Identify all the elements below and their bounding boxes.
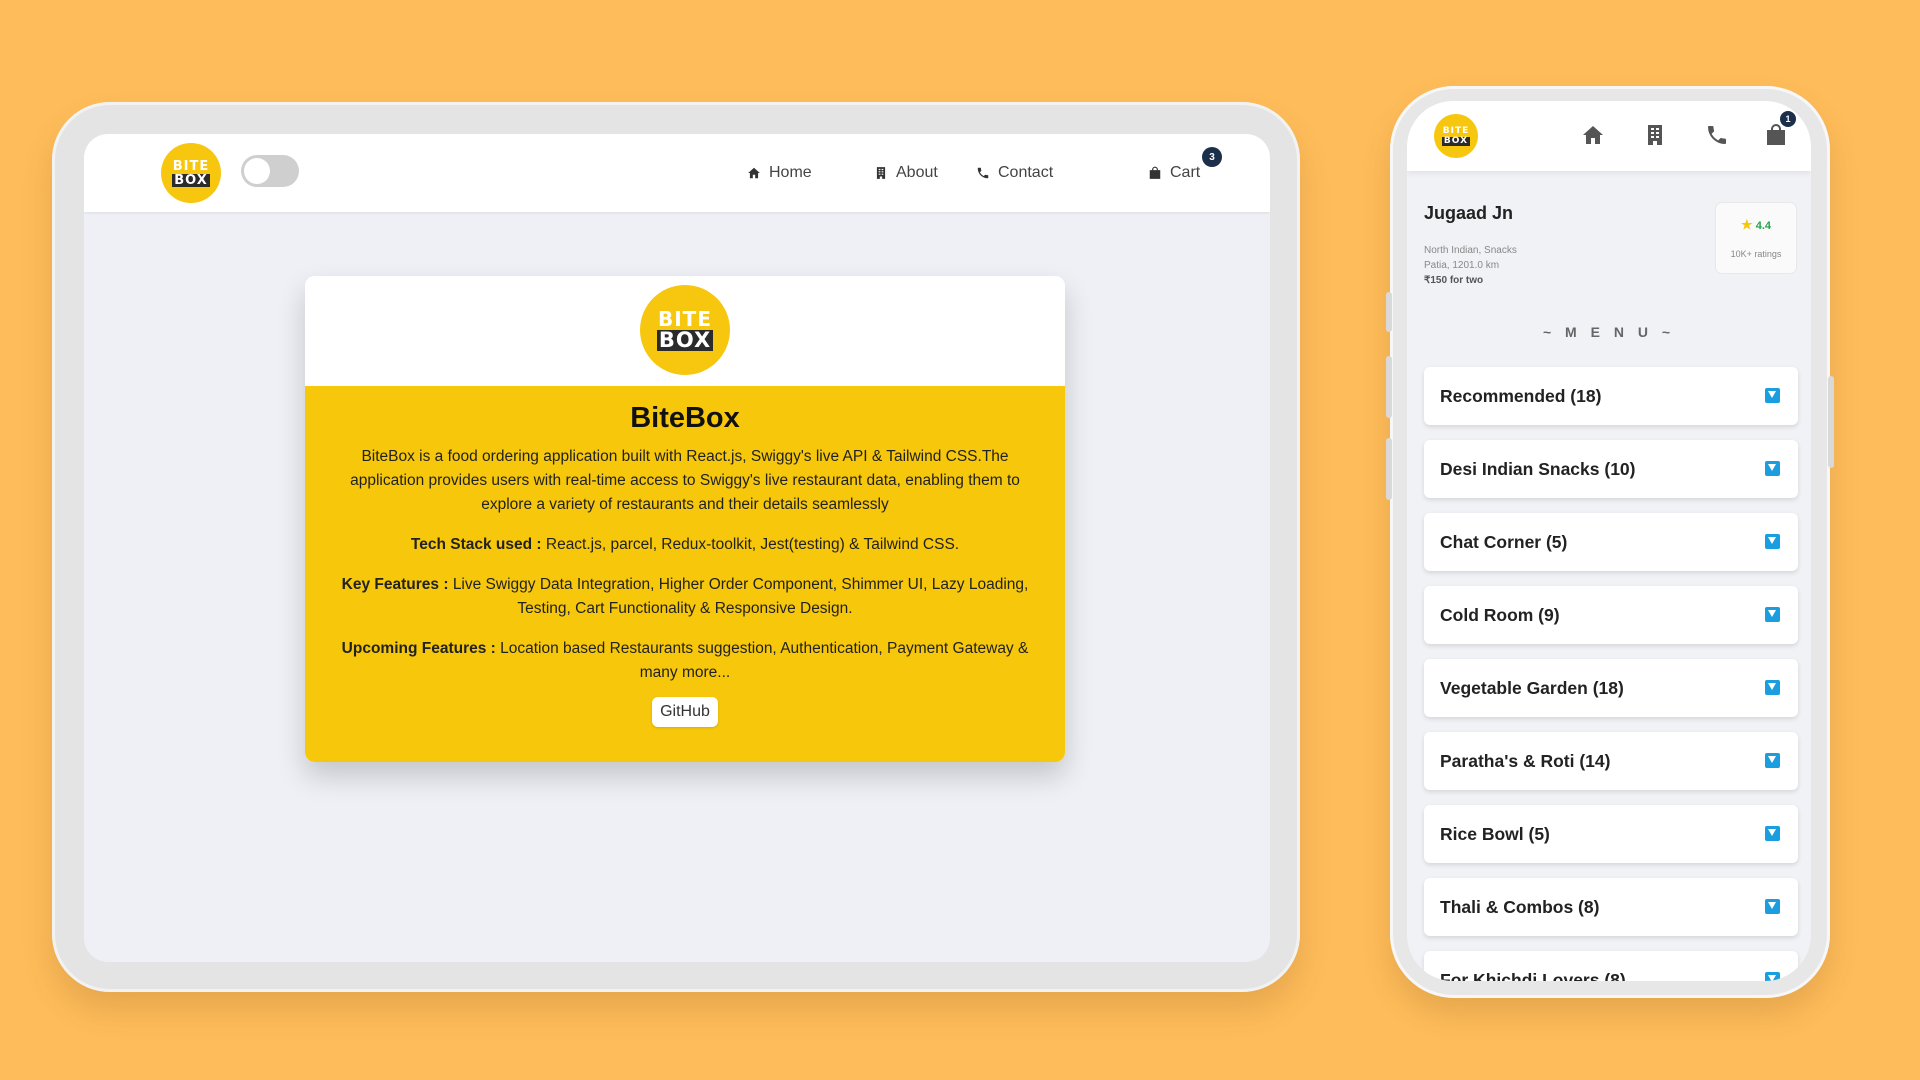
rating-value: ★ 4.4	[1716, 217, 1796, 233]
arrow-down-icon	[1765, 899, 1780, 914]
nav-about-link[interactable]: About	[874, 134, 938, 212]
github-button[interactable]: GitHub	[652, 697, 718, 727]
restaurant-info: Jugaad Jn North Indian, Snacks Patia, 12…	[1424, 203, 1796, 289]
category-label: Chat Corner (5)	[1440, 532, 1568, 552]
shopping-bag-icon	[1149, 166, 1161, 179]
arrow-down-icon	[1765, 461, 1780, 476]
phone-side-button	[1386, 438, 1392, 500]
category-label: Thali & Combos (8)	[1440, 897, 1600, 917]
arrow-down-icon	[1765, 607, 1780, 622]
rating-number: 4.4	[1755, 220, 1771, 232]
tablet-screen: BITE BOX Home About Contact Cart 3 BITE …	[84, 134, 1270, 962]
about-card: BITE BOX BiteBox BiteBox is a food order…	[305, 276, 1065, 762]
tech-stack: Tech Stack used : React.js, parcel, Redu…	[329, 533, 1041, 557]
card-brand-logo: BITE BOX	[640, 285, 730, 375]
toggle-knob	[244, 158, 270, 184]
nav-home-link[interactable]: Home	[747, 134, 812, 212]
top-navbar: BITE BOX Home About Contact Cart 3	[84, 134, 1270, 212]
logo-text-top: BITE	[658, 307, 712, 331]
category-label: Recommended (18)	[1440, 386, 1602, 406]
arrow-down-icon	[1765, 388, 1780, 403]
ratings-count: 10K+ ratings	[1730, 249, 1782, 259]
mobile-navbar: BITE BOX 1	[1407, 101, 1811, 171]
building-icon	[876, 167, 886, 179]
arrow-down-icon	[1765, 972, 1780, 981]
restaurant-price: ₹150 for two	[1424, 275, 1484, 286]
phone-screen: BITE BOX 1 Jugaad Jn North Indian, Snack…	[1407, 101, 1811, 981]
home-icon[interactable]	[1581, 123, 1605, 147]
upcoming-features-label: Upcoming Features :	[341, 640, 496, 657]
cart-count-badge: 1	[1780, 111, 1796, 127]
card-header: BITE BOX	[305, 276, 1065, 386]
category-label: Cold Room (9)	[1440, 605, 1560, 625]
arrow-down-icon	[1765, 753, 1780, 768]
menu-category[interactable]: Rice Bowl (5)	[1424, 805, 1798, 863]
phone-icon[interactable]	[1705, 123, 1729, 147]
tech-stack-value: React.js, parcel, Redux-toolkit, Jest(te…	[545, 536, 960, 553]
card-body: BiteBox BiteBox is a food ordering appli…	[305, 386, 1065, 762]
home-icon	[748, 167, 760, 179]
menu-category[interactable]: Vegetable Garden (18)	[1424, 659, 1798, 717]
logo-text-bottom: BOX	[172, 172, 210, 188]
app-description: BiteBox is a food ordering application b…	[350, 448, 1020, 513]
upcoming-features-value: Location based Restaurants suggestion, A…	[500, 640, 1029, 681]
menu-category[interactable]: Paratha's & Roti (14)	[1424, 732, 1798, 790]
tech-stack-label: Tech Stack used :	[410, 536, 542, 553]
phone-frame: BITE BOX 1 Jugaad Jn North Indian, Snack…	[1386, 86, 1834, 998]
logo-text-bottom: BOX	[1441, 135, 1471, 146]
nav-contact-link[interactable]: Contact	[976, 134, 1053, 212]
logo-text-bottom: BOX	[656, 328, 714, 352]
card-title: BiteBox	[630, 402, 740, 434]
menu-category[interactable]: Chat Corner (5)	[1424, 513, 1798, 571]
arrow-down-icon	[1765, 826, 1780, 841]
restaurant-name: Jugaad Jn	[1424, 203, 1514, 223]
key-features-label: Key Features :	[341, 576, 449, 593]
menu-category[interactable]: Thali & Combos (8)	[1424, 878, 1798, 936]
brand-logo[interactable]: BITE BOX	[1434, 114, 1478, 158]
key-features-value: Live Swiggy Data Integration, Higher Ord…	[452, 576, 1029, 617]
nav-cart-label: Cart	[1170, 164, 1201, 181]
nav-cart-link[interactable]: Cart	[1148, 134, 1200, 212]
logo-text-top: BITE	[1442, 125, 1470, 136]
category-label: Rice Bowl (5)	[1440, 824, 1550, 844]
tablet-frame: BITE BOX Home About Contact Cart 3 BITE …	[52, 102, 1300, 992]
logo-text-top: BITE	[172, 158, 210, 174]
rating-box: ★ 4.4 10K+ ratings	[1716, 203, 1796, 273]
nav-about-label: About	[896, 164, 938, 181]
phone-icon	[977, 167, 989, 179]
phone-side-button	[1386, 356, 1392, 418]
menu-category[interactable]: Recommended (18)	[1424, 367, 1798, 425]
restaurant-location: Patia, 1201.0 km	[1424, 260, 1500, 271]
nav-home-label: Home	[769, 164, 812, 181]
shopping-bag-icon[interactable]	[1764, 123, 1788, 147]
brand-logo[interactable]: BITE BOX	[161, 143, 221, 203]
key-features: Key Features : Live Swiggy Data Integrat…	[329, 573, 1041, 621]
restaurant-cuisines: North Indian, Snacks	[1424, 245, 1517, 256]
category-label: Vegetable Garden (18)	[1440, 678, 1624, 698]
upcoming-features: Upcoming Features : Location based Resta…	[329, 637, 1041, 685]
star-icon: ★	[1740, 217, 1753, 232]
menu-category[interactable]: For Khichdi Lovers (8)	[1424, 951, 1798, 981]
arrow-down-icon	[1765, 534, 1780, 549]
nav-contact-label: Contact	[998, 164, 1054, 181]
menu-heading: ~ M E N U ~	[1542, 324, 1676, 340]
cart-count-badge: 3	[1202, 147, 1222, 167]
menu-category[interactable]: Cold Room (9)	[1424, 586, 1798, 644]
phone-power-button	[1828, 376, 1834, 468]
category-label: For Khichdi Lovers (8)	[1440, 970, 1626, 981]
menu-category[interactable]: Desi Indian Snacks (10)	[1424, 440, 1798, 498]
category-label: Paratha's & Roti (14)	[1440, 751, 1611, 771]
building-icon[interactable]	[1643, 123, 1667, 147]
arrow-down-icon	[1765, 680, 1780, 695]
theme-toggle[interactable]	[241, 155, 299, 187]
category-label: Desi Indian Snacks (10)	[1440, 459, 1636, 479]
phone-side-button	[1386, 292, 1392, 332]
